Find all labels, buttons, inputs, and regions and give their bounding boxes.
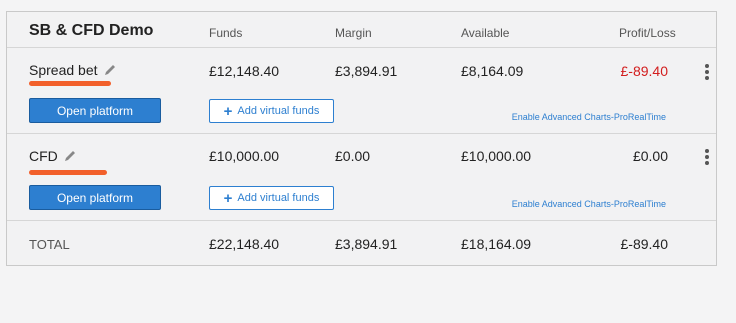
plus-icon: +: [223, 189, 233, 207]
redaction-mark: [29, 170, 107, 175]
account-name-label: Spread bet: [29, 62, 98, 78]
total-funds-value: £22,148.40: [209, 236, 280, 252]
accounts-panel: SB & CFD Demo Funds Margin Available Pro…: [6, 11, 717, 266]
total-margin-value: £3,894.91: [335, 236, 398, 252]
add-virtual-funds-label: Add virtual funds: [237, 192, 320, 204]
add-virtual-funds-label: Add virtual funds: [237, 105, 320, 117]
funds-value: £10,000.00: [209, 148, 280, 164]
add-virtual-funds-button[interactable]: + Add virtual funds: [209, 99, 334, 123]
total-label: TOTAL: [29, 237, 70, 252]
redaction-mark: [29, 81, 111, 86]
total-row: TOTAL £22,148.40 £3,894.91 £18,164.09 £-…: [7, 221, 716, 266]
panel-title: SB & CFD Demo: [29, 22, 154, 39]
available-value: £10,000.00: [461, 148, 532, 164]
total-available-value: £18,164.09: [461, 236, 532, 252]
add-virtual-funds-button[interactable]: + Add virtual funds: [209, 186, 334, 210]
account-row-spread-bet: Spread bet £12,148.40 £3,894.91 £8,164.0…: [7, 48, 716, 133]
funds-value: £12,148.40: [209, 63, 280, 79]
profit-loss-value: £-89.40: [620, 63, 668, 79]
account-row-cfd: CFD £10,000.00 £0.00 £10,000.00 £0.00 Op…: [7, 134, 716, 220]
plus-icon: +: [223, 102, 233, 120]
open-platform-button[interactable]: Open platform: [29, 98, 161, 123]
total-profit-loss-value: £-89.40: [620, 236, 668, 252]
more-options-icon[interactable]: [705, 149, 709, 167]
margin-value: £0.00: [335, 148, 371, 164]
more-options-icon[interactable]: [705, 64, 709, 82]
account-name-label: CFD: [29, 148, 58, 164]
profit-loss-value: £0.00: [632, 148, 668, 164]
enable-advanced-charts-link[interactable]: Enable Advanced Charts-ProRealTime: [512, 112, 666, 122]
margin-value: £3,894.91: [335, 63, 398, 79]
enable-advanced-charts-link[interactable]: Enable Advanced Charts-ProRealTime: [512, 199, 666, 209]
account-name: Spread bet: [29, 62, 116, 78]
panel-header: SB & CFD Demo Funds Margin Available Pro…: [7, 12, 716, 47]
edit-pencil-icon[interactable]: [64, 150, 76, 162]
column-header-profit-loss: Profit/Loss: [619, 26, 676, 40]
available-value: £8,164.09: [461, 63, 524, 79]
open-platform-button[interactable]: Open platform: [29, 185, 161, 210]
account-name: CFD: [29, 148, 76, 164]
column-header-available: Available: [461, 26, 510, 40]
column-header-margin: Margin: [335, 26, 372, 40]
edit-pencil-icon[interactable]: [104, 64, 116, 76]
column-header-funds: Funds: [209, 26, 243, 40]
